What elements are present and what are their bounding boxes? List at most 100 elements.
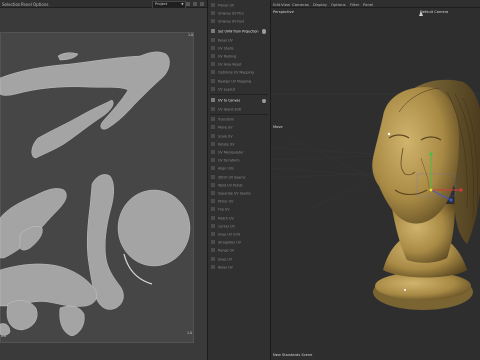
palette-item[interactable]: Realign UV Mapping bbox=[211, 78, 267, 85]
tool-icon bbox=[211, 117, 215, 122]
palette-item[interactable]: Snap UV Grid bbox=[211, 232, 267, 238]
palette-item-label: Snap UV Grid bbox=[218, 232, 240, 237]
palette-separator bbox=[210, 114, 268, 116]
palette-item[interactable]: UV Island Edit bbox=[211, 107, 267, 113]
palette-item[interactable]: UV Terraform bbox=[211, 158, 267, 164]
palette-item-label: Separate UV Seams bbox=[218, 191, 251, 196]
tool-icon bbox=[211, 182, 215, 187]
tool-icon bbox=[211, 78, 215, 83]
palette-item[interactable]: Mirror UV bbox=[211, 199, 267, 205]
palette-item[interactable]: Move UV bbox=[211, 125, 267, 131]
uv-frame-icon[interactable] bbox=[186, 1, 190, 6]
tool-icon bbox=[211, 125, 215, 130]
palette-item-label: Align UVs bbox=[218, 166, 234, 171]
palette-item-label: Planar UV bbox=[218, 3, 235, 8]
viewport-scene bbox=[271, 11, 480, 310]
palette-item[interactable]: Scale UV bbox=[211, 133, 267, 140]
uv-editor-view[interactable]: 1.0 0.0 1.0 bbox=[0, 8, 207, 360]
palette-item[interactable]: Unwrap UV Pins bbox=[211, 11, 267, 17]
palette-item[interactable]: Center UV bbox=[211, 223, 267, 230]
tool-icon bbox=[211, 191, 215, 195]
viewport-menu-filter[interactable]: Filter bbox=[350, 2, 359, 7]
palette-item[interactable]: UV to Canvas bbox=[211, 98, 267, 104]
viewport-menu-view[interactable]: View bbox=[281, 2, 290, 7]
tool-icon bbox=[211, 98, 215, 102]
options-icon[interactable] bbox=[261, 29, 266, 34]
tool-icon bbox=[211, 199, 215, 204]
palette-item-label: UV Packing bbox=[218, 54, 237, 59]
options-icon[interactable] bbox=[261, 98, 266, 103]
palette-item[interactable]: Separate UV Seams bbox=[211, 191, 267, 197]
viewport-menu-edit[interactable]: Edit bbox=[273, 2, 280, 7]
uv-settings-icon[interactable] bbox=[200, 1, 204, 6]
tool-icon bbox=[211, 166, 215, 171]
palette-item[interactable]: UV Area Reset bbox=[211, 62, 267, 68]
palette-item[interactable]: Match UV bbox=[211, 215, 267, 222]
palette-item[interactable]: UV Manipulator bbox=[211, 150, 267, 156]
palette-item[interactable]: Transform bbox=[211, 117, 267, 123]
palette-item-label: Range UV bbox=[218, 248, 235, 253]
uv-menu-options[interactable]: Options bbox=[33, 2, 48, 7]
palette-item[interactable]: Set UVW from Projection bbox=[211, 28, 267, 35]
palette-item[interactable]: UV Shells bbox=[211, 45, 267, 52]
palette-item-label: Flip UV bbox=[218, 207, 230, 212]
palette-item[interactable]: UV Layout bbox=[211, 86, 267, 93]
viewport-menu-options[interactable]: Options bbox=[331, 2, 346, 7]
palette-item-label: Realign UV Mapping bbox=[218, 79, 252, 84]
tool-icon bbox=[211, 240, 215, 245]
viewport-menu-display[interactable]: Display bbox=[313, 2, 327, 7]
uv-shell bbox=[0, 188, 67, 259]
palette-item-label: Unwrap UV Pins bbox=[218, 11, 245, 16]
palette-separator bbox=[210, 94, 268, 95]
palette-item-label: Set UVW from Projection bbox=[218, 29, 259, 34]
tool-icon bbox=[211, 223, 215, 228]
palette-item[interactable]: Stitch UV Seams bbox=[211, 174, 267, 181]
uv-menu-selection[interactable]: Selection bbox=[2, 2, 20, 7]
palette-item-label: UV to Canvas bbox=[218, 98, 241, 103]
tool-icon bbox=[211, 19, 215, 24]
palette-item-label: Scale UV bbox=[218, 134, 233, 139]
3d-viewport[interactable]: Perspective Default Camera Move New Stan… bbox=[271, 8, 480, 360]
uv-grid-toggle-icon[interactable] bbox=[193, 1, 197, 6]
tool-icon bbox=[211, 11, 215, 16]
palette-item[interactable]: Range UV bbox=[211, 248, 267, 254]
tool-icon bbox=[211, 141, 215, 146]
palette-item[interactable]: Weld UV Points bbox=[211, 182, 267, 189]
uv-shell bbox=[6, 300, 38, 331]
palette-item[interactable]: Flip UV bbox=[211, 207, 267, 213]
palette-item[interactable]: Optimize UV Mapping bbox=[211, 70, 267, 76]
tool-icon bbox=[211, 248, 215, 253]
palette-item[interactable]: Planar UV bbox=[211, 3, 267, 9]
tool-icon bbox=[211, 3, 215, 7]
uv-tool-palette: Planar UV Unwrap UV Pins Unwrap UV Fast Set… bbox=[207, 0, 271, 360]
tool-icon bbox=[211, 256, 215, 261]
palette-item[interactable]: Relax UV bbox=[211, 37, 267, 44]
palette-item[interactable]: Rotate UV bbox=[211, 141, 267, 148]
bust-face bbox=[372, 87, 459, 224]
palette-item-label: Mirror UV bbox=[218, 199, 234, 204]
palette-item-label: UV Area Reset bbox=[218, 62, 242, 67]
tool-icon bbox=[211, 264, 215, 269]
tool-icon bbox=[211, 86, 215, 91]
palette-item-label: UV Layout bbox=[218, 87, 235, 92]
viewport-menu-cameras[interactable]: Cameras bbox=[292, 2, 309, 7]
viewport-menu-panel[interactable]: Panel bbox=[363, 2, 373, 7]
palette-item-label: Center UV bbox=[218, 224, 235, 229]
palette-item-label: Stitch UV Seams bbox=[218, 175, 246, 180]
palette-item[interactable]: Snap UV bbox=[211, 256, 267, 263]
palette-item-label: Relax UV bbox=[218, 38, 233, 43]
palette-item[interactable]: UV Packing bbox=[211, 54, 267, 60]
palette-item-label: UV Island Edit bbox=[218, 107, 241, 112]
uv-shell bbox=[0, 263, 97, 307]
gizmo-center[interactable] bbox=[429, 188, 433, 192]
palette-item-label: Relax UV bbox=[218, 265, 233, 270]
uv-menu-panel[interactable]: Panel bbox=[21, 2, 32, 7]
viewport-tool-label: Move bbox=[273, 125, 283, 129]
palette-item[interactable]: Straighten UV bbox=[211, 240, 267, 246]
palette-item[interactable]: Relax UV bbox=[211, 264, 267, 271]
tool-icon bbox=[211, 107, 215, 111]
palette-item[interactable]: Unwrap UV Fast bbox=[211, 19, 267, 25]
viewport-camera-label[interactable]: Default Camera bbox=[420, 10, 448, 14]
palette-item[interactable]: Align UVs bbox=[211, 166, 267, 172]
chevron-down-icon: ▼ bbox=[181, 1, 184, 6]
